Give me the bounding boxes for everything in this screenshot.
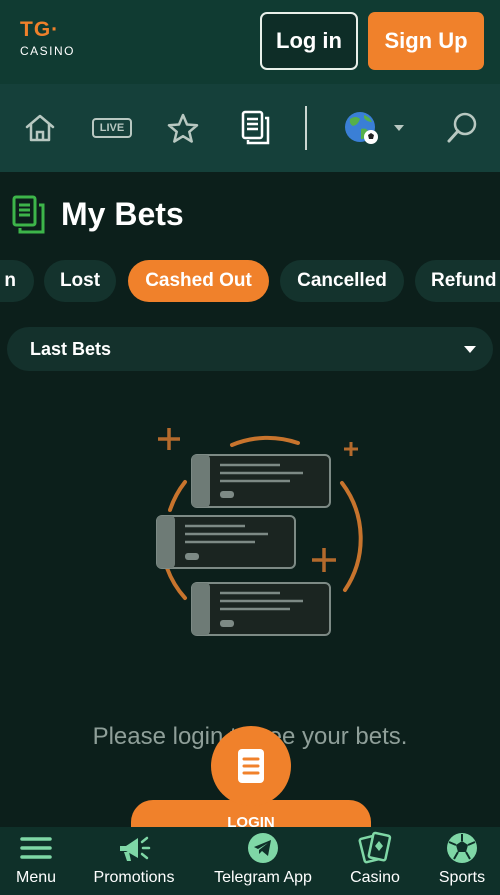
nav-live[interactable]: LIVE [90,108,134,148]
nav-favorites[interactable] [163,108,203,148]
app-header: TG· CASINO Log in Sign Up [0,0,500,84]
nav-my-bets[interactable] [238,108,274,148]
filter-pill-cancelled[interactable]: Cancelled [280,260,404,302]
empty-bets-illustration [156,428,363,636]
filter-pill-refund[interactable]: Refund [415,260,500,302]
chevron-down-icon [394,125,404,131]
bottom-nav-telegram-label: Telegram App [214,869,312,886]
logo-casino-text: CASINO [20,44,76,58]
bottom-nav-casino[interactable]: Casino [342,827,408,895]
bet-slip-icon [238,749,264,783]
bottom-nav-promotions[interactable]: Promotions [84,827,184,895]
nav-home[interactable] [20,108,60,148]
telegram-icon [248,833,278,863]
bottom-nav: Menu Promotions Telegram App Casino Spor… [0,827,500,895]
select-value: Last Bets [30,339,112,359]
my-bets-title-icon [12,195,45,234]
filter-pill-cashed-out[interactable]: Cashed Out [128,260,269,302]
login-button[interactable]: Log in [260,12,358,70]
megaphone-icon [120,836,151,861]
bets-period-select[interactable]: Last Bets [7,327,493,371]
nav-divider [305,106,307,150]
top-nav: LIVE [0,84,500,172]
live-icon: LIVE [92,118,132,138]
logo-tg-text: TG· [20,18,60,41]
bottom-nav-menu-label: Menu [15,869,57,886]
bottom-nav-menu[interactable]: Menu [0,827,72,895]
home-icon [25,114,55,142]
bottom-nav-casino-label: Casino [350,869,400,886]
page-title: My Bets [61,196,184,232]
nav-search[interactable] [442,108,482,148]
tg-casino-logo[interactable]: TG· CASINO [20,18,90,62]
search-icon [447,112,477,143]
caret-down-icon [464,346,476,353]
bet-status-filters: n Lost Cashed Out Cancelled Refund [0,258,500,304]
star-icon [167,113,199,143]
globe-icon [345,112,378,144]
bet-slip-fab[interactable] [211,726,291,806]
language-selector[interactable] [337,108,409,148]
filter-pill-lost[interactable]: Lost [44,260,116,302]
filter-pill-partial[interactable]: n [0,260,34,302]
bottom-nav-sports[interactable]: Sports [430,827,494,895]
soccer-ball-icon [447,833,477,863]
bottom-nav-promotions-label: Promotions [93,869,175,886]
bottom-nav-sports-label: Sports [438,869,486,886]
bottom-nav-telegram[interactable]: Telegram App [208,827,318,895]
signup-button[interactable]: Sign Up [368,12,484,70]
menu-icon [20,837,52,859]
bets-icon [241,110,270,145]
cards-icon [358,831,392,864]
